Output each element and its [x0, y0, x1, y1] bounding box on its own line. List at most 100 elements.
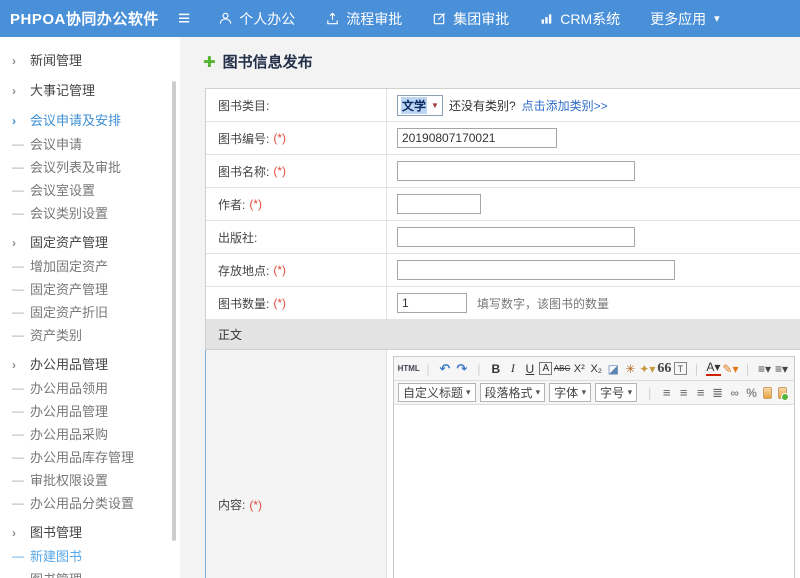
- sidebar-item-supplies-claim[interactable]: —办公用品领用: [0, 377, 180, 400]
- superscript-icon[interactable]: X²: [572, 360, 587, 378]
- quantity-input[interactable]: [397, 293, 467, 313]
- main-content: ✚ 图书信息发布 图书类目: 文学 ▼ 还没有类别? 点击添加类别>> 图书编号…: [180, 37, 800, 578]
- chevron-down-icon: ▾: [582, 387, 587, 398]
- font-family-select[interactable]: 字体▾: [549, 383, 591, 402]
- subscript-icon[interactable]: X₂: [589, 360, 604, 378]
- paste-template-icon[interactable]: T: [674, 362, 687, 375]
- sidebar-item-approval-permission-setting[interactable]: —审批权限设置: [0, 469, 180, 492]
- sidebar-item-add-fixed-asset[interactable]: —增加固定资产: [0, 255, 180, 278]
- sidebar-item-meeting-list-approval[interactable]: —会议列表及审批: [0, 156, 180, 179]
- chevron-down-icon: ▾: [628, 387, 633, 398]
- align-right-icon[interactable]: ≡: [693, 384, 708, 402]
- font-border-icon[interactable]: A: [539, 362, 552, 375]
- redo-icon[interactable]: ↷: [454, 360, 469, 378]
- dash-icon: —: [12, 545, 24, 568]
- top-navigation-bar: PHPOA协同办公软件 ≡ 个人办公 流程审批 集团审批 CRM系统 更多应用 …: [0, 0, 800, 37]
- sidebar-item-asset-category[interactable]: —资产类别: [0, 324, 180, 347]
- sidebar-item-book-management[interactable]: ›图书管理: [0, 521, 180, 545]
- eraser-icon[interactable]: ◪: [606, 360, 621, 378]
- sidebar-item-book-manage[interactable]: —图书管理: [0, 568, 180, 578]
- sidebar-item-fixed-asset-management[interactable]: ›固定资产管理: [0, 231, 180, 255]
- required-marker: (*): [273, 164, 286, 178]
- form-row-quantity: 图书数量:(*) 填写数字，该图书的数量: [206, 287, 800, 320]
- chevron-right-icon: ›: [12, 521, 16, 545]
- unlink-icon[interactable]: %: [744, 384, 759, 402]
- form-row-content: 内容:(*) HTML | ↶ ↷ | B I U A ABC X²: [206, 350, 800, 578]
- ordered-list-icon[interactable]: ≡▾: [757, 360, 772, 378]
- sidebar-item-memorabilia-management[interactable]: ›大事记管理: [0, 79, 180, 103]
- dash-icon: —: [12, 301, 24, 324]
- select-caret-icon: ▼: [431, 101, 439, 110]
- required-marker: (*): [249, 197, 262, 211]
- sidebar-item-supplies-purchase[interactable]: —办公用品采购: [0, 423, 180, 446]
- nav-more-apps[interactable]: 更多应用 ▾: [650, 9, 720, 29]
- required-marker: (*): [273, 263, 286, 277]
- publisher-input[interactable]: [397, 227, 635, 247]
- author-input[interactable]: [397, 194, 481, 214]
- sidebar-item-supplies-inventory[interactable]: —办公用品库存管理: [0, 446, 180, 469]
- person-icon: [218, 11, 233, 26]
- strikethrough-icon[interactable]: ABC: [554, 360, 569, 378]
- paragraph-format-select[interactable]: 段落格式▾: [480, 383, 546, 402]
- font-color-icon[interactable]: A▾: [706, 361, 721, 376]
- font-size-select[interactable]: 字号▾: [595, 383, 637, 402]
- category-select[interactable]: 文学 ▼: [397, 95, 443, 116]
- unordered-list-icon[interactable]: ≡▾: [774, 360, 789, 378]
- bar-chart-icon: [539, 11, 554, 26]
- chevron-down-icon: ▾: [466, 387, 471, 398]
- nav-crm-system[interactable]: CRM系统: [539, 9, 620, 29]
- bold-icon[interactable]: B: [488, 360, 503, 378]
- dash-icon: —: [12, 377, 24, 400]
- sidebar-item-meeting-apply-arrange[interactable]: ›会议申请及安排: [0, 109, 180, 133]
- book-name-input[interactable]: [397, 161, 635, 181]
- location-input[interactable]: [397, 260, 675, 280]
- editor-content-area[interactable]: [394, 405, 794, 578]
- toolbar-separator: |: [642, 384, 657, 402]
- align-center-icon[interactable]: ≡: [676, 384, 691, 402]
- sidebar-item-meeting-room-setting[interactable]: —会议室设置: [0, 179, 180, 202]
- chevron-right-icon: ›: [12, 79, 16, 103]
- sidebar-menu: ›新闻管理 ›大事记管理 ›会议申请及安排 —会议申请 —会议列表及审批 —会议…: [0, 37, 180, 578]
- required-marker: (*): [273, 296, 286, 310]
- nav-personal-office[interactable]: 个人办公: [218, 9, 295, 29]
- dash-icon: —: [12, 423, 24, 446]
- undo-icon[interactable]: ↶: [437, 360, 452, 378]
- sidebar-item-office-supplies-management[interactable]: ›办公用品管理: [0, 353, 180, 377]
- format-clear-icon[interactable]: ✳: [623, 360, 638, 378]
- sidebar-item-fixed-asset-depreciation[interactable]: —固定资产折旧: [0, 301, 180, 324]
- menu-toggle-icon[interactable]: ≡: [178, 8, 190, 29]
- custom-title-select[interactable]: 自定义标题▾: [398, 383, 476, 402]
- toolbar-separator: |: [689, 360, 704, 378]
- align-left-icon[interactable]: ≡: [659, 384, 674, 402]
- nav-process-approval[interactable]: 流程审批: [325, 9, 402, 29]
- book-number-input[interactable]: [397, 128, 557, 148]
- dash-icon: —: [12, 133, 24, 156]
- sidebar-item-new-book[interactable]: —新建图书: [0, 545, 180, 568]
- chevron-right-icon: ›: [12, 49, 16, 73]
- image-icon[interactable]: [763, 387, 772, 399]
- sidebar-item-supplies-manage[interactable]: —办公用品管理: [0, 400, 180, 423]
- align-justify-icon[interactable]: ≣: [710, 384, 725, 402]
- highlight-pen-icon[interactable]: ✎▾: [723, 360, 738, 378]
- dash-icon: —: [12, 492, 24, 515]
- form-row-book-name: 图书名称:(*): [206, 155, 800, 188]
- html-source-icon[interactable]: HTML: [399, 360, 418, 378]
- italic-icon[interactable]: I: [505, 360, 520, 378]
- add-category-link[interactable]: 点击添加类别>>: [522, 97, 608, 114]
- sidebar-item-fixed-asset-manage[interactable]: —固定资产管理: [0, 278, 180, 301]
- form-row-publisher: 出版社:: [206, 221, 800, 254]
- sidebar-item-news-management[interactable]: ›新闻管理: [0, 49, 180, 73]
- sidebar-item-meeting-apply[interactable]: —会议申请: [0, 133, 180, 156]
- nav-group-approval[interactable]: 集团审批: [432, 9, 509, 29]
- dash-icon: —: [12, 202, 24, 225]
- blockquote-icon[interactable]: 66: [657, 360, 672, 378]
- insert-link-icon[interactable]: ∞: [727, 384, 742, 402]
- insert-image-icon[interactable]: [778, 387, 787, 399]
- quantity-hint: 填写数字，该图书的数量: [477, 295, 609, 312]
- sidebar-item-supplies-category-setting[interactable]: —办公用品分类设置: [0, 492, 180, 515]
- sidebar-scrollbar[interactable]: [172, 81, 176, 541]
- sidebar-item-meeting-category-setting[interactable]: —会议类别设置: [0, 202, 180, 225]
- form-row-author: 作者:(*): [206, 188, 800, 221]
- format-brush-icon[interactable]: ✦▾: [640, 360, 655, 378]
- underline-icon[interactable]: U: [522, 360, 537, 378]
